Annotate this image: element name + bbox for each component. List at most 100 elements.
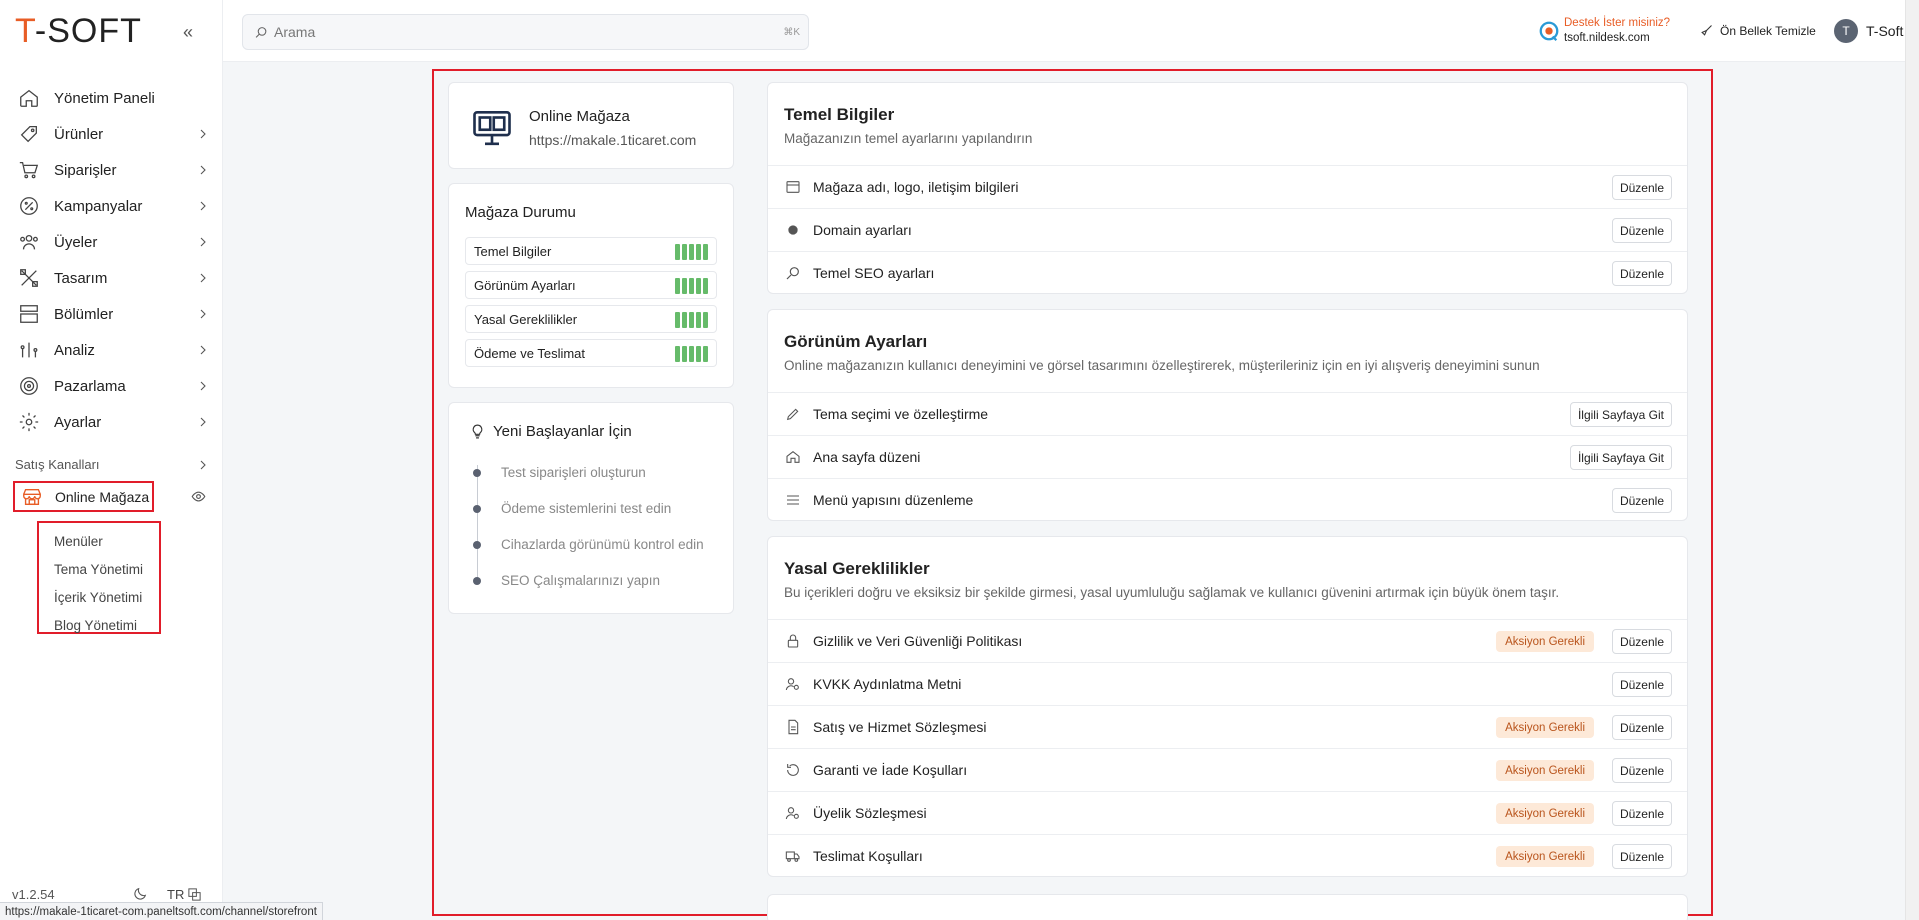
browser-status-url: https://makale-1ticaret-com.paneltsoft.c… [0, 902, 323, 920]
setting-row: Mağaza adı, logo, iletişim bilgileri Düz… [768, 165, 1687, 208]
dark-mode-icon[interactable] [132, 886, 148, 902]
legal-card: Yasal Gereklilikler Bu içerikleri doğru … [767, 536, 1688, 877]
edit-button[interactable]: Düzenle [1611, 715, 1672, 740]
edit-button[interactable]: Düzenle [1611, 801, 1672, 826]
clear-cache-button[interactable]: Ön Bellek Temizle [1699, 23, 1816, 38]
edit-button[interactable]: Düzenle [1611, 672, 1672, 697]
step-item[interactable]: Cihazlarda görünümü kontrol edin [473, 537, 704, 552]
analytics-icon [20, 342, 38, 358]
user-shield-icon [785, 678, 799, 691]
support-link[interactable]: Destek İster misiniz? tsoft.nildesk.com [1538, 16, 1670, 46]
row-label: Garanti ve İade Koşulları [813, 762, 968, 778]
section-subtitle: Bu içerikleri doğru ve eksiksiz bir şeki… [784, 585, 1560, 600]
sidebar-item-dashboard[interactable]: Yönetim Paneli [0, 80, 222, 116]
search-icon [786, 267, 799, 280]
home-icon [20, 89, 38, 107]
row-label: Mağaza adı, logo, iletişim bilgileri [813, 179, 1019, 195]
chevron-right-icon [200, 417, 206, 427]
sidebar-item-sections[interactable]: Bölümler [0, 296, 222, 332]
edit-button[interactable]: Düzenle [1611, 758, 1672, 783]
step-item[interactable]: Test siparişleri oluşturun [473, 465, 646, 480]
user-menu[interactable]: T T-Soft [1834, 19, 1903, 43]
appearance-card: Görünüm Ayarları Online mağazanızın kull… [767, 309, 1688, 521]
submenu-item-theme[interactable]: Tema Yönetimi [39, 555, 159, 583]
sidebar-item-label: Yönetim Paneli [54, 89, 155, 107]
action-required-badge: Aksiyon Gerekli [1496, 803, 1594, 824]
pencil-icon [786, 408, 799, 421]
status-row-payment: Ödeme ve Teslimat [465, 339, 717, 367]
submenu-item-content[interactable]: İçerik Yönetimi [39, 583, 159, 611]
step-item[interactable]: SEO Çalışmalarınızı yapın [473, 573, 660, 588]
submenu-item-blog[interactable]: Blog Yönetimi [39, 611, 159, 639]
topbar: ⌘K Destek İster misiniz? tsoft.nildesk.c… [223, 0, 1919, 62]
beginners-title: Yeni Başlayanlar İçin [469, 423, 632, 440]
truck-icon [785, 851, 800, 862]
main-menu: Yönetim Paneli Ürünler Siparişler Kampan… [0, 80, 222, 440]
sidebar-item-marketing[interactable]: Pazarlama [0, 368, 222, 404]
chevron-right-icon [200, 201, 206, 211]
status-bars [675, 346, 708, 362]
chevron-right-icon [200, 165, 206, 175]
support-icon [1539, 21, 1559, 41]
status-bars [675, 244, 708, 260]
language-label[interactable]: TR [167, 887, 184, 902]
sidebar-item-campaigns[interactable]: Kampanyalar [0, 188, 222, 224]
logo[interactable]: T-SOFT [15, 12, 142, 51]
edit-button[interactable]: Düzenle [1611, 629, 1672, 654]
logo-prefix: T [15, 11, 35, 50]
avatar: T [1834, 19, 1858, 43]
user-check-icon [785, 807, 799, 820]
sidebar-item-members[interactable]: Üyeler [0, 224, 222, 260]
users-icon [20, 234, 38, 250]
page-scrollbar[interactable] [1905, 0, 1919, 920]
step-item[interactable]: Ödeme sistemlerini test edin [473, 501, 671, 516]
sidebar-item-products[interactable]: Ürünler [0, 116, 222, 152]
search-box[interactable]: ⌘K [242, 14, 809, 50]
chevron-right-icon [200, 237, 206, 247]
step-dot [473, 468, 481, 477]
step-dot [473, 540, 481, 549]
store-icon [23, 488, 41, 505]
step-label: SEO Çalışmalarınızı yapın [501, 573, 661, 588]
edit-button[interactable]: Düzenle [1611, 218, 1672, 243]
document-icon [788, 719, 799, 735]
target-icon [20, 377, 38, 395]
sidebar-item-label: Üyeler [54, 233, 98, 251]
edit-button[interactable]: Düzenle [1611, 844, 1672, 869]
setting-row: Garanti ve İade Koşulları Aksiyon Gerekl… [768, 748, 1687, 791]
sidebar-item-design[interactable]: Tasarım [0, 260, 222, 296]
search-input[interactable] [274, 24, 754, 40]
go-to-page-button[interactable]: İlgili Sayfaya Git [1569, 445, 1672, 470]
setting-row: KVKK Aydınlatma Metni Düzenle [768, 662, 1687, 705]
edit-button[interactable]: Düzenle [1611, 261, 1672, 286]
status-bars [675, 278, 708, 294]
setting-row: Satış ve Hizmet Sözleşmesi Aksiyon Gerek… [768, 705, 1687, 748]
monitor-icon [473, 110, 511, 146]
row-label: Tema seçimi ve özelleştirme [813, 406, 989, 422]
sidebar-item-analytics[interactable]: Analiz [0, 332, 222, 368]
clear-cache-label: Ön Bellek Temizle [1720, 23, 1816, 38]
store-url[interactable]: https://makale.1ticaret.com [529, 132, 696, 148]
action-required-badge: Aksiyon Gerekli [1496, 631, 1594, 652]
submenu-item-menus[interactable]: Menüler [39, 527, 159, 555]
broom-icon [1701, 25, 1712, 36]
go-to-page-button[interactable]: İlgili Sayfaya Git [1569, 402, 1672, 427]
sidebar-item-orders[interactable]: Siparişler [0, 152, 222, 188]
sidebar-item-settings[interactable]: Ayarlar [0, 404, 222, 440]
row-label: Temel SEO ayarları [813, 265, 935, 281]
section-title: Temel Bilgiler [784, 105, 895, 124]
sales-channels-header[interactable]: Satış Kanalları [0, 450, 222, 478]
step-label: Cihazlarda görünümü kontrol edin [501, 537, 704, 552]
eye-icon[interactable] [191, 489, 206, 504]
search-icon [255, 26, 267, 38]
store-status-title: Mağaza Durumu [465, 204, 576, 221]
translate-icon[interactable] [187, 887, 202, 902]
sidebar-item-online-store[interactable]: Online Mağaza [13, 481, 154, 512]
status-label: Ödeme ve Teslimat [474, 345, 586, 361]
edit-button[interactable]: Düzenle [1611, 488, 1672, 513]
chevron-right-icon [200, 273, 206, 283]
collapse-sidebar-icon[interactable]: « [183, 22, 193, 43]
row-label: Domain ayarları [813, 222, 912, 238]
edit-button[interactable]: Düzenle [1611, 175, 1672, 200]
setting-row: Ana sayfa düzeni İlgili Sayfaya Git [768, 435, 1687, 478]
